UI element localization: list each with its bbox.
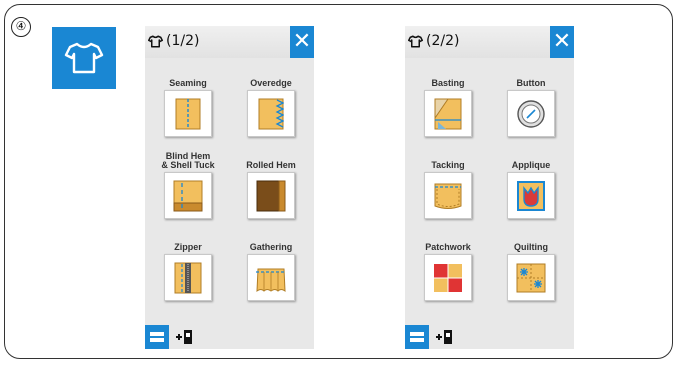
- shirt-icon: [408, 35, 423, 47]
- stitch-applique[interactable]: Applique: [500, 148, 562, 219]
- stitch-button[interactable]: Button: [500, 66, 562, 137]
- stitch-overedge[interactable]: Overedge: [240, 66, 302, 137]
- page-label: (2/2): [426, 33, 460, 49]
- stitch-seaming[interactable]: Seaming: [157, 66, 219, 137]
- page-label: (1/2): [166, 33, 200, 49]
- add-pattern-icon: [176, 330, 192, 344]
- add-pattern-icon: [436, 330, 452, 344]
- seaming-icon[interactable]: [164, 90, 212, 137]
- basting-icon[interactable]: [424, 90, 472, 137]
- panel-footer: [405, 325, 456, 349]
- page-indicator: (2/2): [408, 33, 459, 49]
- overedge-icon[interactable]: [247, 90, 295, 137]
- stitch-quilting[interactable]: Quilting: [500, 230, 562, 301]
- stitch-mode-button[interactable]: [145, 325, 169, 349]
- panel-header: (1/2) ✕: [145, 26, 314, 58]
- close-button[interactable]: ✕: [290, 26, 314, 58]
- stitch-tacking[interactable]: Tacking: [417, 148, 479, 219]
- stitch-mode-button[interactable]: [405, 325, 429, 349]
- patchwork-icon[interactable]: [424, 254, 472, 301]
- shirt-icon: [148, 35, 163, 47]
- stitch-gathering[interactable]: Gathering: [240, 230, 302, 301]
- utility-stitch-panel-page-1: (1/2) ✕ Seaming Overedge Blind Hem & She…: [145, 26, 314, 349]
- stitch-basting[interactable]: Basting: [417, 66, 479, 137]
- step-number: ④: [11, 17, 31, 37]
- button-icon[interactable]: [507, 90, 555, 137]
- zipper-icon[interactable]: [164, 254, 212, 301]
- stitch-mode-icon: [410, 332, 424, 342]
- close-button[interactable]: ✕: [550, 26, 574, 58]
- rolled-hem-icon[interactable]: [247, 172, 295, 219]
- shirt-icon: [52, 27, 116, 89]
- page-indicator: (1/2): [148, 33, 199, 49]
- panel-footer: [145, 325, 196, 349]
- blind-hem-icon[interactable]: [164, 172, 212, 219]
- stitch-zipper[interactable]: Zipper: [157, 230, 219, 301]
- quilting-icon[interactable]: [507, 254, 555, 301]
- stitch-patchwork[interactable]: Patchwork: [417, 230, 479, 301]
- stitch-blind-hem[interactable]: Blind Hem & Shell Tuck: [157, 148, 219, 219]
- gathering-icon[interactable]: [247, 254, 295, 301]
- stitch-mode-icon: [150, 332, 164, 342]
- add-pattern-button[interactable]: [172, 325, 196, 349]
- panel-header: (2/2) ✕: [405, 26, 574, 58]
- applique-icon[interactable]: [507, 172, 555, 219]
- utility-stitch-panel-page-2: (2/2) ✕ Basting Button Tacking Applique …: [405, 26, 574, 349]
- stitch-rolled-hem[interactable]: Rolled Hem: [240, 148, 302, 219]
- add-pattern-button[interactable]: [432, 325, 456, 349]
- tacking-icon[interactable]: [424, 172, 472, 219]
